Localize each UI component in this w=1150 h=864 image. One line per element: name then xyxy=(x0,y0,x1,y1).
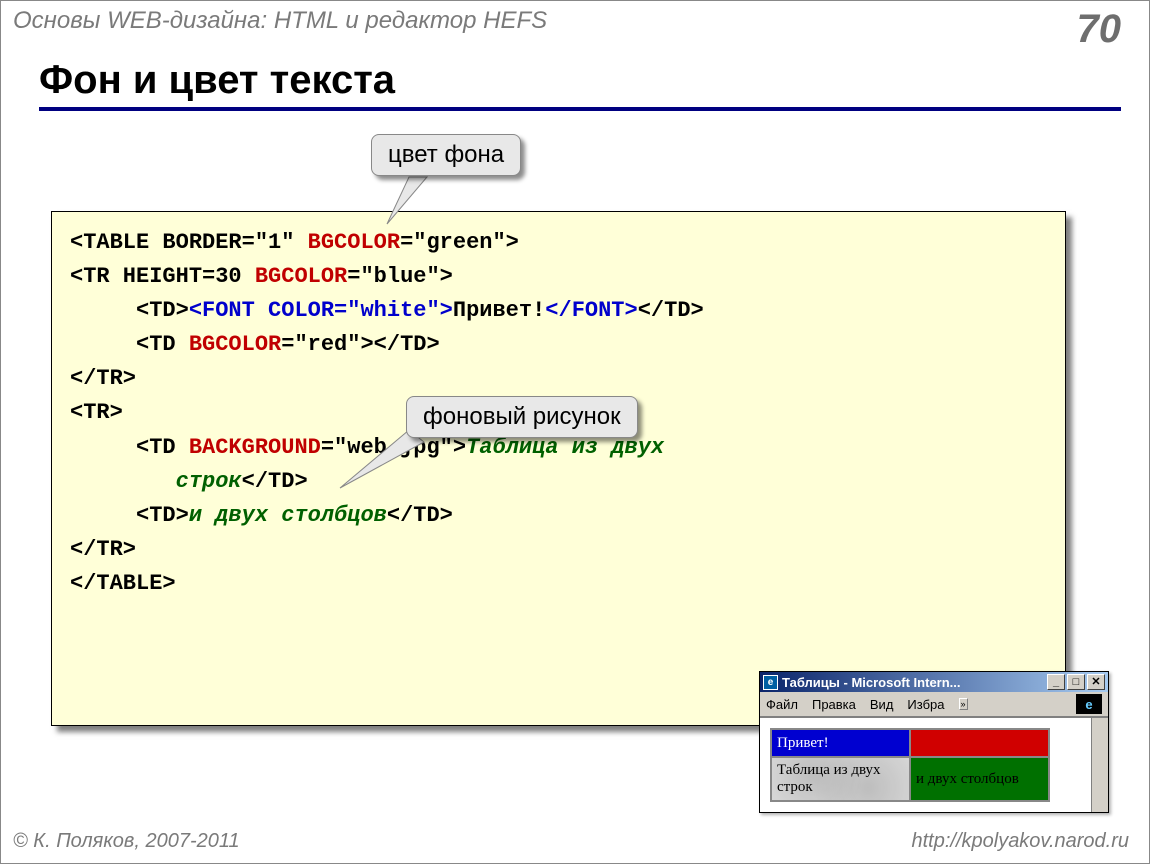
ie-icon: e xyxy=(763,675,778,690)
maximize-button[interactable]: □ xyxy=(1067,674,1085,690)
ie-logo-icon: e xyxy=(1076,694,1102,714)
callout-bgimage: фоновый рисунок xyxy=(406,396,638,438)
callout-bgcolor: цвет фона xyxy=(371,134,521,176)
browser-window: e Таблицы - Microsoft Intern... _ □ ✕ Фа… xyxy=(759,671,1109,813)
footer-copyright: © К. Поляков, 2007-2011 xyxy=(13,830,240,853)
result-table: Привет! Таблица из двух строк и двух сто… xyxy=(770,728,1050,802)
close-button[interactable]: ✕ xyxy=(1087,674,1105,690)
browser-title: Таблицы - Microsoft Intern... xyxy=(782,675,961,690)
menu-file[interactable]: Файл xyxy=(766,697,798,712)
menu-overflow[interactable]: » xyxy=(959,698,968,710)
code-block: <TABLE BORDER="1" BGCOLOR="green"> <TR H… xyxy=(51,211,1066,726)
cell-red xyxy=(910,729,1049,757)
browser-titlebar[interactable]: e Таблицы - Microsoft Intern... _ □ ✕ xyxy=(760,672,1108,692)
page-number: 70 xyxy=(1077,7,1122,52)
scrollbar[interactable] xyxy=(1091,718,1108,812)
menu-favorites[interactable]: Избра xyxy=(907,697,944,712)
cell-green: и двух столбцов xyxy=(910,757,1049,801)
table-row: Таблица из двух строк и двух столбцов xyxy=(771,757,1049,801)
menu-edit[interactable]: Правка xyxy=(812,697,856,712)
callout-bgcolor-pointer xyxy=(379,174,439,234)
browser-viewport: Привет! Таблица из двух строк и двух сто… xyxy=(760,717,1108,812)
browser-menubar: Файл Правка Вид Избра » e xyxy=(760,692,1108,717)
title-underline xyxy=(39,107,1121,111)
cell-blue: Привет! xyxy=(771,729,910,757)
minimize-button[interactable]: _ xyxy=(1047,674,1065,690)
cell-web: Таблица из двух строк xyxy=(771,757,910,801)
table-row: Привет! xyxy=(771,729,1049,757)
menu-view[interactable]: Вид xyxy=(870,697,894,712)
footer-url: http://kpolyakov.narod.ru xyxy=(911,830,1129,853)
slide-title: Фон и цвет текста xyxy=(39,58,1149,103)
breadcrumb: Основы WEB-дизайна: HTML и редактор HEFS xyxy=(13,7,547,52)
